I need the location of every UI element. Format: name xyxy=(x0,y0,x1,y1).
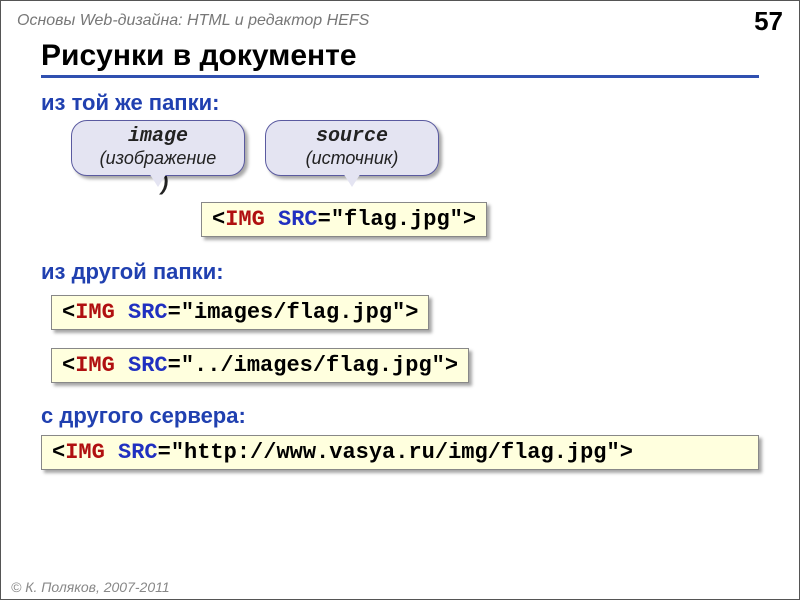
callout-image: image (изображение xyxy=(71,120,245,176)
code-space xyxy=(265,207,278,232)
section-label-same-folder: из той же папки: xyxy=(41,90,759,116)
callout-source-meaning: (источник) xyxy=(282,148,422,169)
code-open: < xyxy=(212,207,225,232)
code-other-folder-1: <IMG SRC="images/flag.jpg"> xyxy=(51,295,429,330)
code3-tag: IMG xyxy=(65,440,105,465)
copyright-icon: © xyxy=(11,579,21,595)
code-tag-img: IMG xyxy=(225,207,265,232)
title-block: Рисунки в документе xyxy=(41,39,759,78)
callout-source-word: source xyxy=(282,125,422,148)
code2b-tag: IMG xyxy=(75,353,115,378)
code-attr-src: SRC xyxy=(278,207,318,232)
callouts-row: image (изображение source (источник) xyxy=(71,120,759,176)
callout-image-meaning: (изображение xyxy=(88,148,228,169)
code-other-server: <IMG SRC="http://www.vasya.ru/img/flag.j… xyxy=(41,435,759,470)
code-other-folder-2: <IMG SRC="../images/flag.jpg"> xyxy=(51,348,469,383)
close-paren: ) xyxy=(161,170,759,196)
code-rest: ="flag.jpg"> xyxy=(318,207,476,232)
section-label-other-server: с другого сервера: xyxy=(41,403,759,429)
callout-image-word: image xyxy=(88,125,228,148)
code2b-rest: ="../images/flag.jpg"> xyxy=(168,353,458,378)
course-title: Основы Web-дизайна: HTML и редактор HEFS xyxy=(17,12,369,30)
code3-space xyxy=(105,440,118,465)
code3-open: < xyxy=(52,440,65,465)
slide: Основы Web-дизайна: HTML и редактор HEFS… xyxy=(0,0,800,600)
content: из той же папки: image (изображение sour… xyxy=(1,78,799,470)
footer-text: К. Поляков, 2007-2011 xyxy=(21,579,169,595)
code2a-space xyxy=(115,300,128,325)
slide-number: 57 xyxy=(754,6,783,37)
code2b-open: < xyxy=(62,353,75,378)
code3-rest: ="http://www.vasya.ru/img/flag.jpg"> xyxy=(158,440,633,465)
code2b-space xyxy=(115,353,128,378)
header-bar: Основы Web-дизайна: HTML и редактор HEFS… xyxy=(1,1,799,37)
code2a-attr: SRC xyxy=(128,300,168,325)
code-same-folder: <IMG SRC="flag.jpg"> xyxy=(201,202,487,237)
footer: © К. Поляков, 2007-2011 xyxy=(11,579,170,595)
code2b-attr: SRC xyxy=(128,353,168,378)
callout-source: source (источник) xyxy=(265,120,439,176)
code2a-tag: IMG xyxy=(75,300,115,325)
section-label-other-folder: из другой папки: xyxy=(41,259,759,285)
code2a-open: < xyxy=(62,300,75,325)
code2a-rest: ="images/flag.jpg"> xyxy=(168,300,419,325)
code3-attr: SRC xyxy=(118,440,158,465)
slide-title: Рисунки в документе xyxy=(41,39,759,75)
